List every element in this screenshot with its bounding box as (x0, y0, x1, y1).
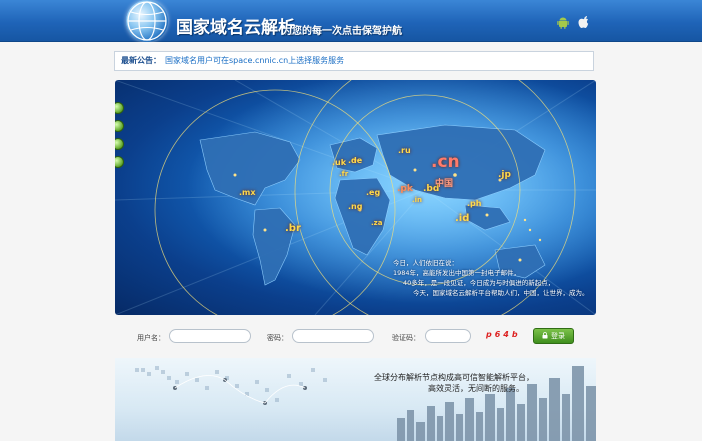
android-icon[interactable] (556, 15, 570, 29)
domain-label: .ph (467, 199, 482, 208)
feature-banner: 全球分布解析节点构成高可信智能解析平台， 高效灵活，无间断的服务。 (115, 358, 596, 441)
feature-text-line-1: 全球分布解析节点构成高可信智能解析平台， (374, 373, 534, 382)
password-label: 密码： (267, 334, 288, 342)
domain-label: .ng (348, 202, 363, 211)
announcement-label: 最新公告： (121, 56, 161, 65)
world-grid-graphic (135, 366, 596, 441)
domain-label: .eg (366, 188, 381, 197)
hero-banner: .cn .ru .uk .de .fr .eg .ng .za .mx .br … (115, 80, 596, 315)
lock-icon (542, 331, 548, 341)
domain-label: .in (412, 196, 423, 204)
domain-label: .jp (498, 170, 511, 180)
domain-label: .de (348, 156, 363, 165)
domain-label: .ru (398, 146, 411, 155)
announcement-bar: 最新公告： 国家域名用户可在space.cnnic.cn上选择服务服务 (114, 51, 594, 71)
captcha-label: 验证码： (392, 334, 420, 342)
banner-caption-line: 40多年，是一段见证，今日成为与时俱进的新起点， (403, 279, 555, 287)
captcha-image[interactable]: p64b (486, 330, 521, 339)
password-input[interactable] (292, 329, 374, 343)
globe-logo (126, 0, 168, 42)
header-bar: 国家域名云解析 为您的每一次点击保驾护航 (0, 0, 702, 42)
login-button-label: 登录 (551, 332, 565, 340)
login-button[interactable]: 登录 (533, 328, 574, 344)
feature-text-line-2: 高效灵活，无间断的服务。 (428, 384, 524, 393)
announcement-link[interactable]: 国家域名用户可在space.cnnic.cn上选择服务服务 (165, 56, 344, 65)
login-form: 用户名： 密码： 验证码： p64b 登录 (115, 324, 596, 350)
banner-caption-line: 今日，人们依旧在说： (393, 259, 458, 267)
banner-caption-line: 1984年，高能所发出中国第一封电子邮件， (393, 269, 521, 277)
site-title: 国家域名云解析 (176, 18, 295, 38)
captcha-input[interactable] (425, 329, 471, 343)
banner-caption-line: 今天，国家域名云解析平台帮助人们，中国，让世界，成为。 (413, 289, 589, 297)
domain-label: 中国 (435, 179, 454, 189)
domain-label: .fr (339, 170, 349, 178)
apple-icon[interactable] (577, 15, 591, 29)
domain-label: .za (371, 219, 383, 227)
username-label: 用户名： (137, 334, 165, 342)
domain-label: .mx (239, 188, 256, 197)
domain-label: .id (455, 213, 470, 224)
username-input[interactable] (169, 329, 251, 343)
domain-label: .cn (431, 152, 460, 172)
domain-label: .uk (332, 158, 347, 167)
domain-label: .pk (397, 184, 413, 194)
domain-label: .br (285, 223, 301, 234)
site-slogan: 为您的每一次点击保驾护航 (282, 26, 402, 37)
